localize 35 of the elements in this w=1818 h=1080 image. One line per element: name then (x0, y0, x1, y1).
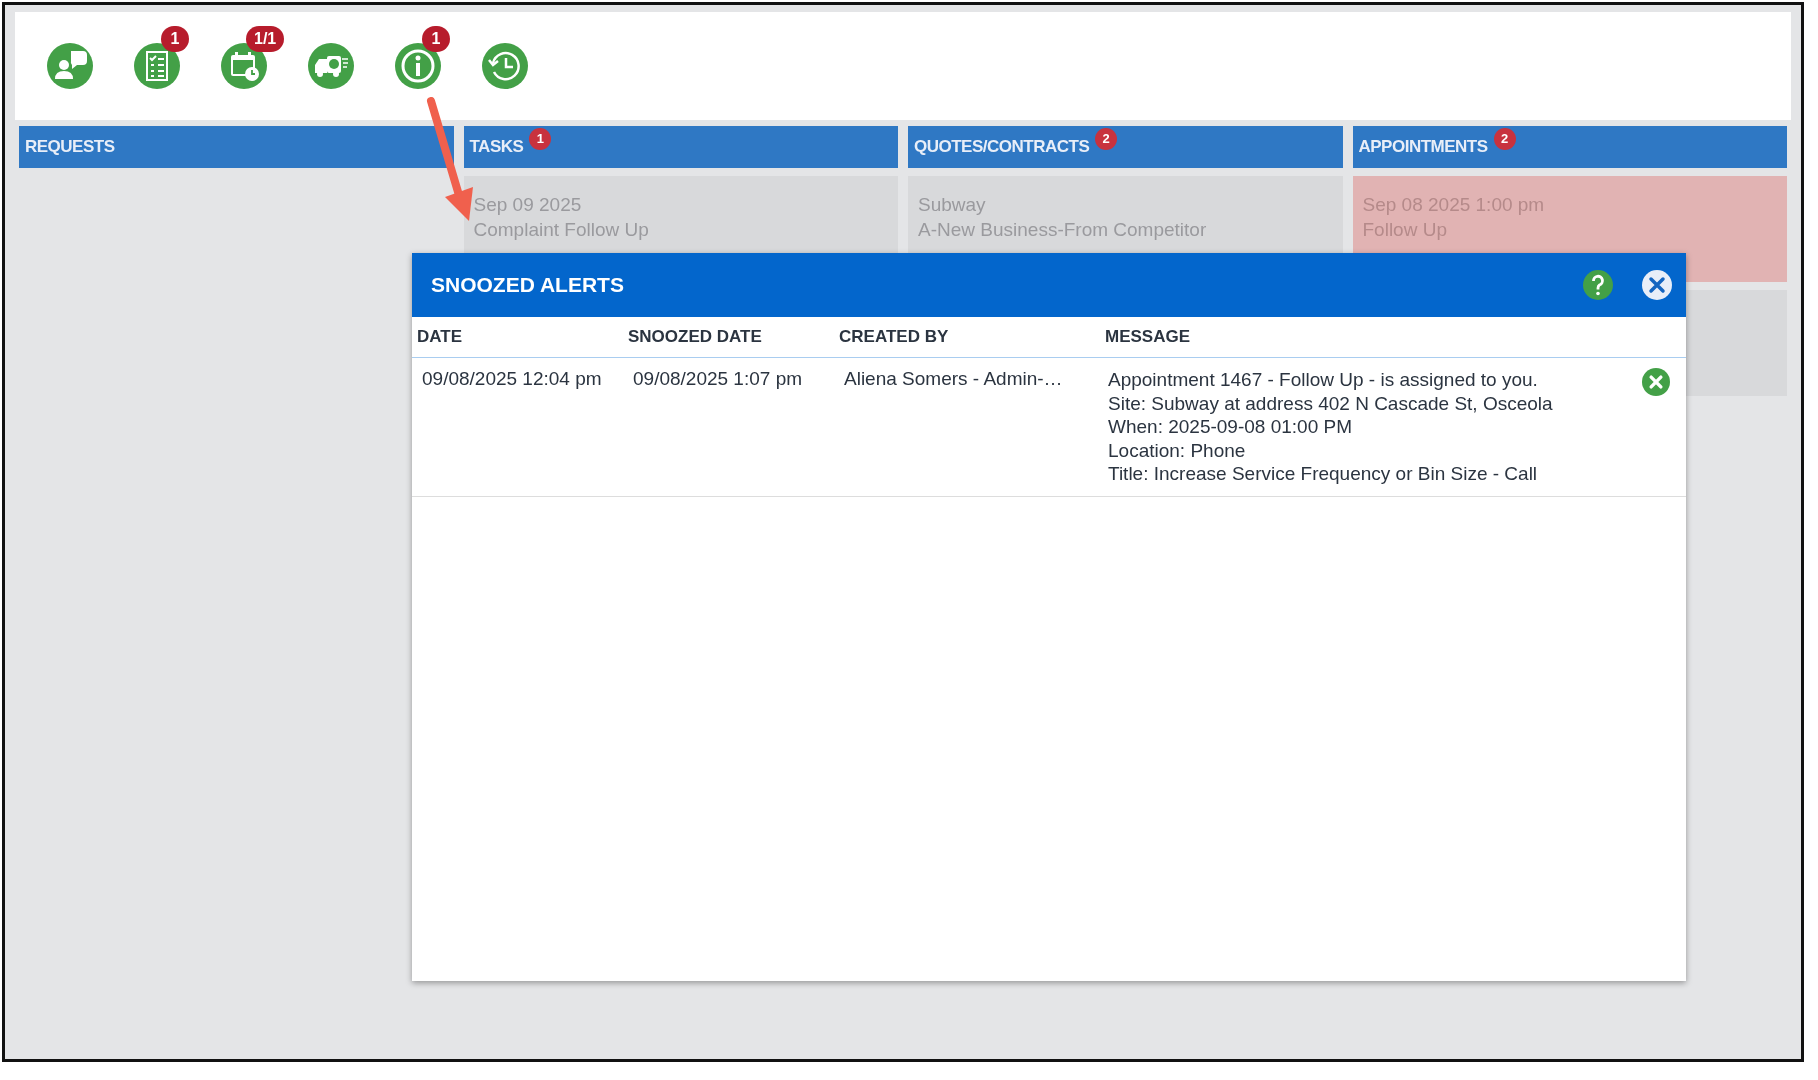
history-icon[interactable] (482, 43, 528, 89)
table-cell-text: 09/08/2025 12:04 pm (421, 368, 603, 390)
count-badge: 2 (1095, 128, 1118, 150)
info-icon[interactable] (395, 43, 441, 89)
column-header[interactable]: SNOOZED DATE (628, 327, 839, 347)
calendar-clock-icon[interactable] (221, 43, 267, 89)
column-header[interactable]: MESSAGE (1105, 327, 1642, 347)
message-text: Site: Subway at address 402 N Cascade St, Osceola (1108, 391, 1553, 415)
column-title: REQUESTS (25, 137, 115, 157)
message-text: When: 2025-09-08 01:00 PM (1108, 415, 1352, 439)
count-badge: 1 (422, 26, 450, 52)
column-header[interactable]: DATE (417, 327, 628, 347)
dismiss-icon[interactable] (1642, 368, 1670, 396)
table-cell-text: Aliena Somers - Admin-… (843, 368, 1064, 390)
card-text: Subway (918, 194, 986, 216)
column-title: APPOINTMENTS (1358, 137, 1488, 157)
message-text: Title: Increase Service Frequency or Bin Size - Call (1108, 462, 1538, 486)
count-badge: 1/1 (246, 26, 285, 52)
card-text: Sep 09 2025 (473, 194, 582, 216)
card-text: A-New Business-From Competitor (918, 219, 1207, 241)
card-text: Complaint Follow Up (473, 219, 649, 241)
message-text: Appointment 1467 - Follow Up - is assigned to you. (1108, 368, 1538, 392)
column-title: TASKS (469, 137, 524, 157)
person-question-icon[interactable] (47, 43, 93, 89)
help-icon[interactable] (1583, 270, 1613, 300)
count-badge: 2 (1493, 128, 1516, 150)
count-badge: 1 (161, 26, 189, 52)
column-title: QUOTES/CONTRACTS (914, 137, 1090, 157)
truck-icon[interactable] (308, 43, 354, 89)
column-header[interactable]: CREATED BY (839, 327, 1105, 347)
checklist-icon[interactable] (134, 43, 180, 89)
table-cell-text: 09/08/2025 1:07 pm (632, 368, 804, 390)
close-icon[interactable] (1642, 270, 1672, 300)
count-badge: 1 (529, 128, 552, 150)
message-text: Location: Phone (1108, 438, 1246, 462)
